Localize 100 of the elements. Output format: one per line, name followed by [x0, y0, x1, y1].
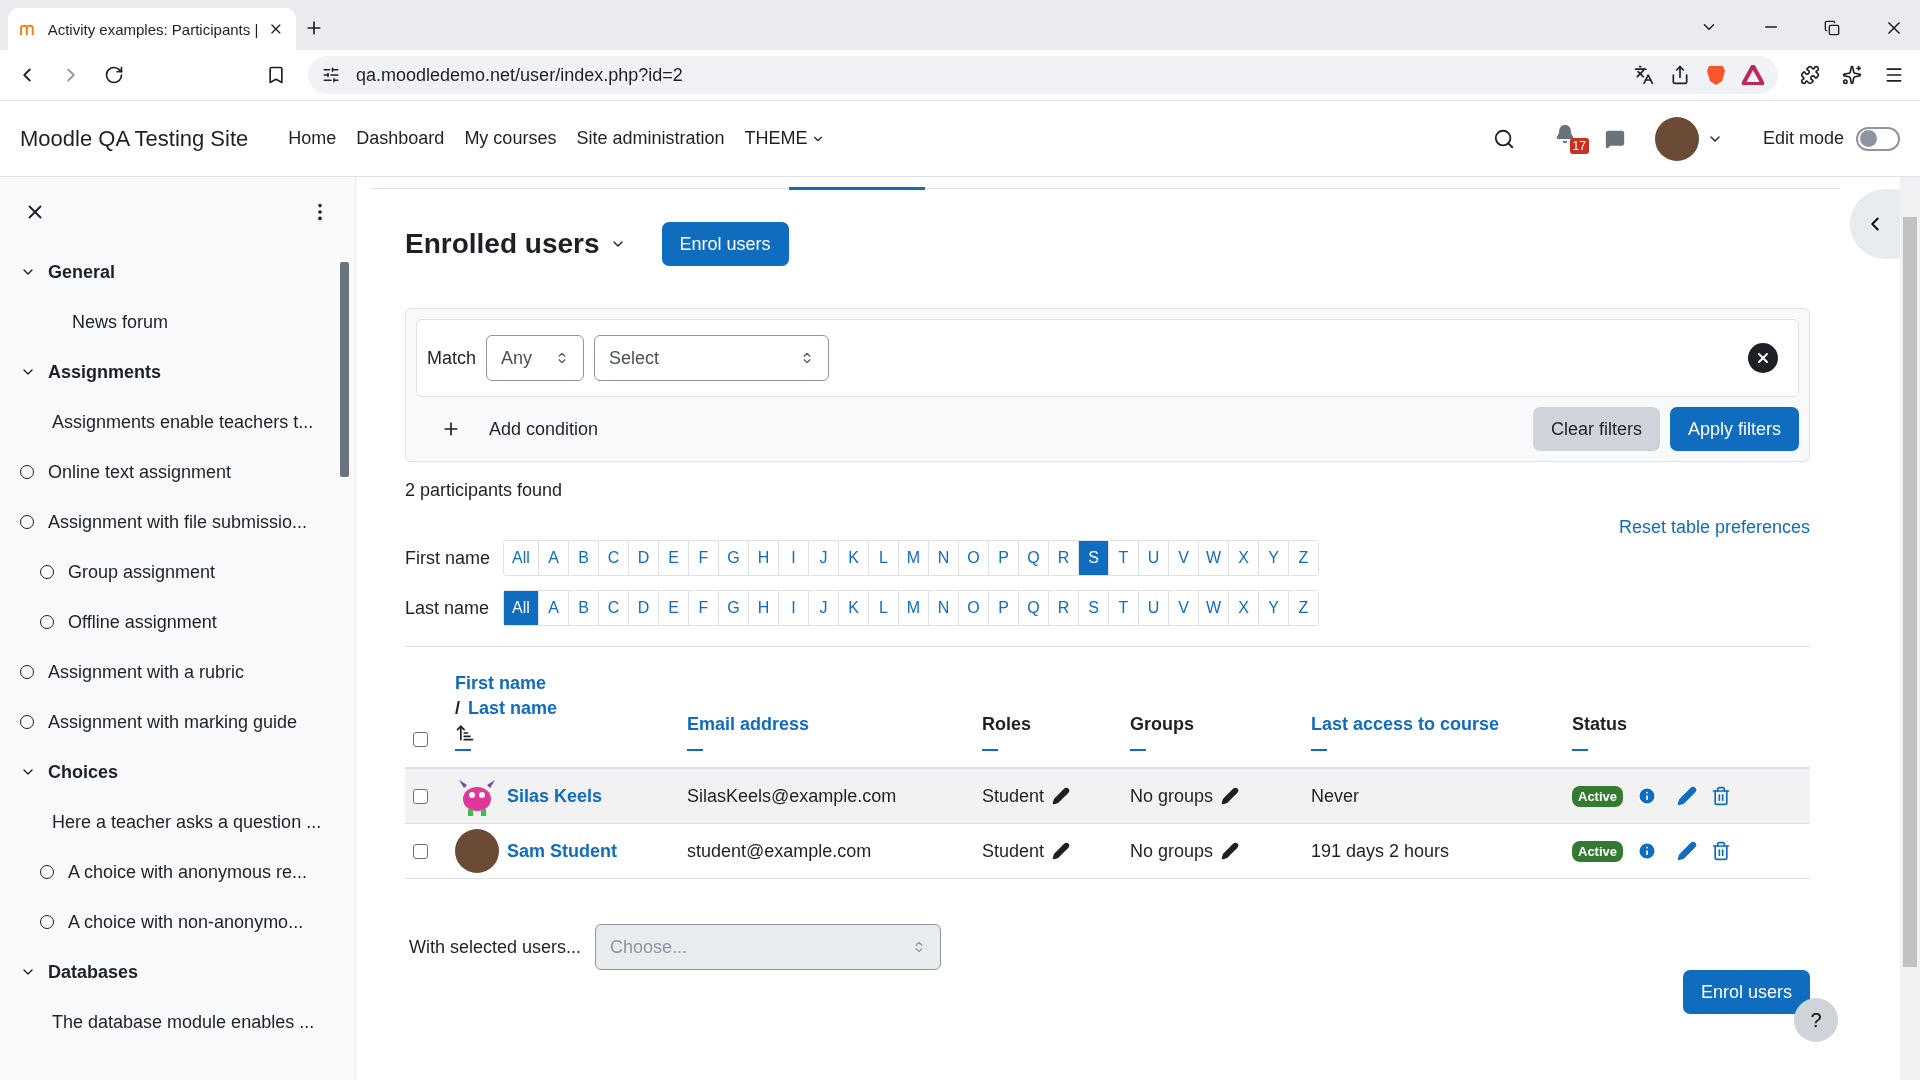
initials-label: First name	[405, 547, 492, 569]
pencil-icon[interactable]	[1221, 787, 1240, 805]
messages-icon[interactable]	[1604, 128, 1625, 149]
add-condition-button[interactable]: Add condition	[489, 418, 599, 440]
section-toggle[interactable]: Assignments	[20, 347, 331, 397]
menu-icon[interactable]	[1884, 65, 1904, 85]
remove-condition-button[interactable]	[1748, 343, 1778, 373]
page-heading[interactable]: Enrolled users	[405, 228, 626, 260]
enrol-users-button[interactable]: Enrol users	[661, 222, 789, 266]
translate-icon[interactable]	[1634, 65, 1654, 85]
last-access-cell-text: Never	[1311, 785, 1360, 807]
match-select[interactable]: Any	[486, 335, 585, 381]
status-badge: Active	[1572, 840, 1624, 862]
course-index-item[interactable]: A choice with anonymous re...	[20, 847, 331, 897]
initial-letter[interactable]: Z	[1288, 541, 1318, 575]
shield-icon[interactable]	[1706, 64, 1726, 86]
site-info-icon[interactable]	[322, 66, 340, 84]
user-name-link[interactable]: Sam Student	[507, 840, 617, 862]
info-icon[interactable]	[1637, 786, 1658, 806]
bulk-action-label: With selected users...	[409, 936, 582, 958]
role-cell: Student	[982, 840, 1045, 862]
column-label: Status	[1572, 714, 1627, 735]
scrollbar-thumb[interactable]	[1903, 217, 1917, 967]
initial-letter[interactable]: S	[1078, 541, 1108, 575]
last-access-cell-text: 191 days 2 hours	[1311, 840, 1451, 862]
course-index-item[interactable]: A choice with non-anonymo...	[20, 897, 331, 947]
row-checkbox[interactable]	[413, 843, 428, 859]
course-index-item[interactable]: Here a teacher asks a question ...	[20, 797, 331, 847]
section-toggle[interactable]: Databases	[20, 947, 331, 997]
url-field[interactable]: qa.moodledemo.net/user/index.php?id=2	[356, 64, 683, 86]
sort-link[interactable]: First name	[455, 673, 547, 694]
notifications-button[interactable]: 17	[1554, 123, 1589, 154]
course-index-item[interactable]: Assignment with a rubric	[20, 647, 331, 697]
initial-letter[interactable]: All	[504, 591, 538, 625]
course-index-item[interactable]: Offline assignment	[20, 597, 331, 647]
match-label: Match	[427, 347, 477, 369]
edit-mode-label: Edit mode	[1762, 128, 1844, 149]
sort-link[interactable]: Last access to course	[1311, 714, 1500, 735]
course-index-item[interactable]: Group assignment	[20, 547, 331, 597]
reset-table-link[interactable]: Reset table preferences	[1618, 517, 1810, 538]
edit-mode-toggle[interactable]	[1856, 126, 1900, 151]
notification-count: 17	[1569, 137, 1589, 154]
course-index-item[interactable]: Assignments enable teachers t...	[20, 397, 331, 447]
email-cell-text: SilasKeels@example.com	[687, 785, 898, 807]
enrol-users-button[interactable]: Enrol users	[1682, 970, 1810, 1014]
name-separator: /	[455, 698, 460, 719]
drawer-toggle-button[interactable]	[1850, 189, 1900, 259]
condition-select[interactable]: Select	[594, 335, 830, 381]
info-icon[interactable]	[1637, 841, 1658, 861]
scrollbar-thumb[interactable]	[340, 262, 349, 477]
groups-cell: No groups	[1130, 785, 1214, 807]
site-name[interactable]: Moodle QA Testing Site	[20, 125, 249, 152]
bell-icon	[1554, 123, 1575, 144]
participants-count: 2 participants found	[405, 480, 564, 501]
triangle-icon[interactable]	[1742, 65, 1764, 85]
pencil-icon[interactable]	[1052, 842, 1071, 860]
sort-link[interactable]: Email address	[687, 714, 810, 735]
column-label: Roles	[982, 714, 1032, 735]
edit-icon[interactable]	[1677, 841, 1698, 861]
course-index-item[interactable]: Assignment with marking guide	[20, 697, 331, 747]
apply-filters-button[interactable]: Apply filters	[1669, 407, 1799, 451]
status-badge: Active	[1572, 785, 1624, 807]
course-index-item[interactable]: News forum	[20, 297, 331, 347]
nav-link[interactable]: Site administration	[576, 128, 725, 149]
extensions-icon[interactable]	[1800, 65, 1820, 85]
course-index-item[interactable]: Assignment with file submissio...	[20, 497, 331, 547]
reload-icon[interactable]	[104, 65, 124, 85]
search-icon[interactable]	[1492, 127, 1515, 150]
restore-icon[interactable]	[1824, 20, 1840, 36]
theme-menu[interactable]: THEME	[744, 128, 826, 149]
pencil-icon[interactable]	[1052, 787, 1071, 805]
user-name-link[interactable]: Silas Keels	[507, 785, 603, 807]
user-avatar	[455, 829, 499, 873]
share-icon[interactable]	[1670, 65, 1690, 85]
role-cell: Student	[982, 785, 1045, 807]
trash-icon[interactable]	[1711, 841, 1732, 861]
column-label: Groups	[1130, 714, 1194, 735]
section-toggle[interactable]: Choices	[20, 747, 331, 797]
sort-link[interactable]: Last name	[468, 698, 558, 719]
groups-cell: No groups	[1130, 840, 1214, 862]
course-index-item[interactable]: The database module enables ...	[20, 997, 331, 1047]
bookmark-icon[interactable]	[266, 65, 286, 85]
row-checkbox[interactable]	[413, 788, 428, 804]
pencil-icon[interactable]	[1221, 842, 1240, 860]
help-button[interactable]: ?	[1794, 998, 1838, 1042]
select-all-checkbox[interactable]	[413, 732, 428, 747]
sort-ascending-icon	[455, 723, 475, 743]
course-index-item[interactable]: Online text assignment	[20, 447, 331, 497]
trash-icon[interactable]	[1711, 786, 1732, 806]
nav-link[interactable]: Dashboard	[356, 128, 445, 149]
clear-filters-button[interactable]: Clear filters	[1532, 407, 1660, 451]
close-icon	[1755, 350, 1771, 366]
nav-link[interactable]: My courses	[464, 128, 557, 149]
initials-label: Last name	[405, 597, 491, 619]
edit-icon[interactable]	[1677, 786, 1698, 806]
nav-link[interactable]: Home	[288, 128, 337, 149]
initial-letter[interactable]: Z	[1288, 591, 1318, 625]
section-toggle[interactable]: General	[20, 247, 331, 297]
browser-tab[interactable]: Activity examples: Participants |	[8, 8, 296, 50]
sparkle-icon[interactable]	[1842, 65, 1862, 85]
